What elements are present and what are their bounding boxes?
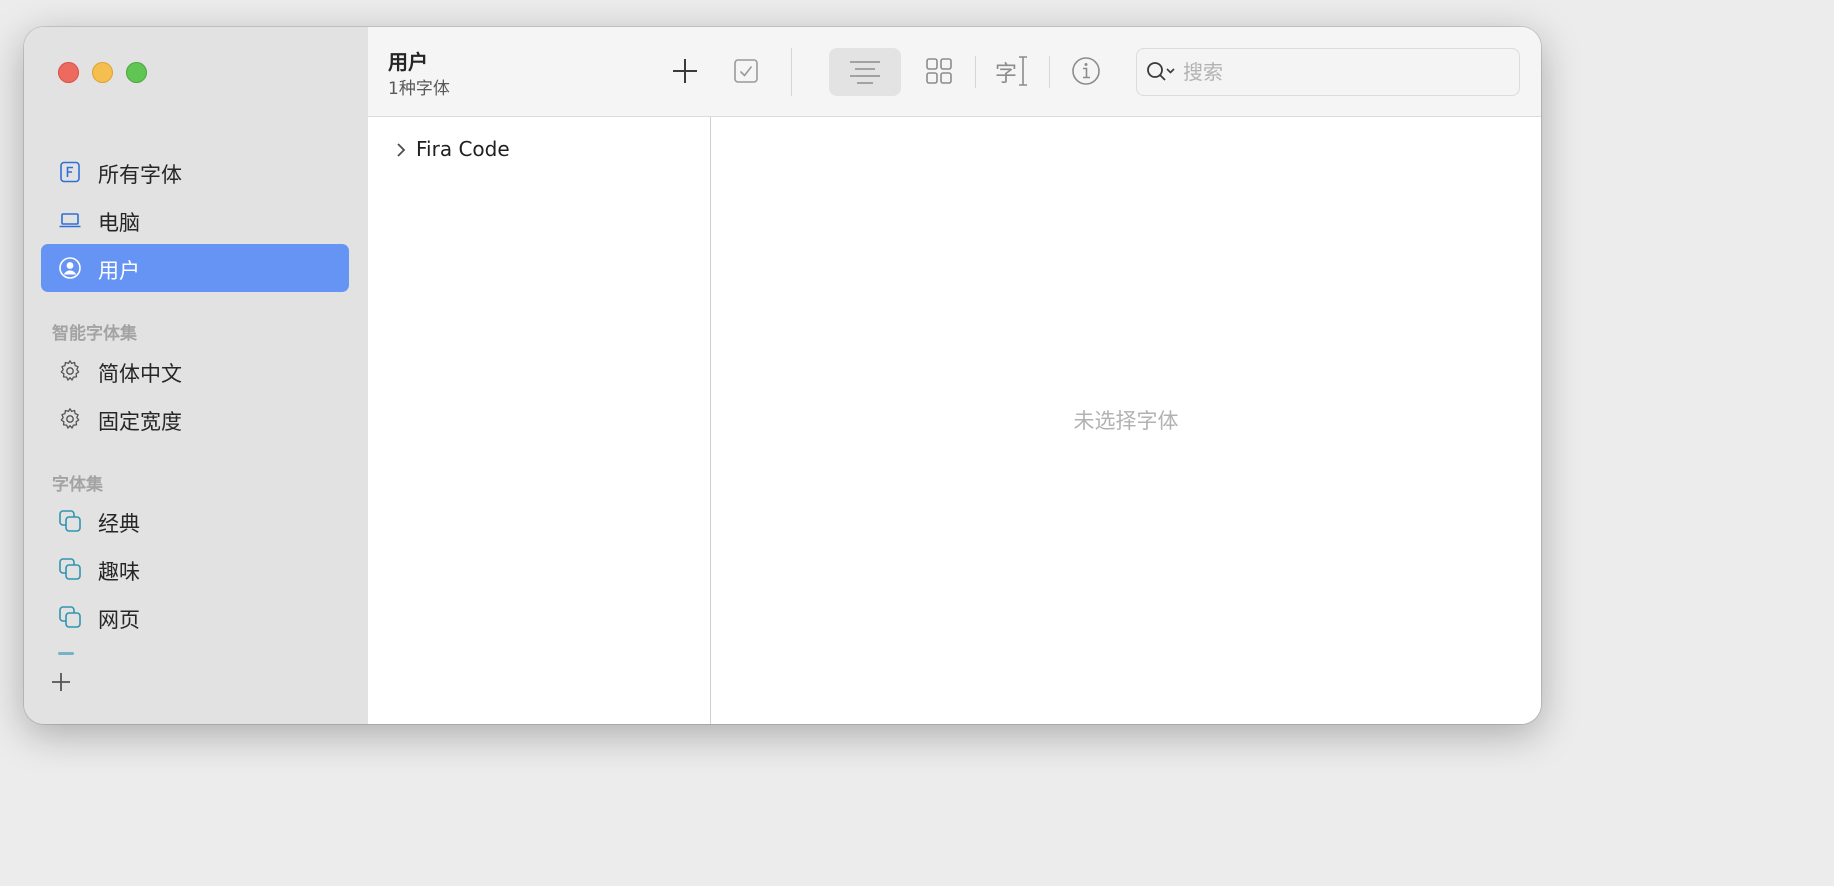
sidebar-item-label: 固定宽度 xyxy=(98,410,182,434)
collection-icon xyxy=(59,510,81,532)
checkbox-icon[interactable] xyxy=(733,58,759,84)
search-input[interactable] xyxy=(1181,57,1505,87)
plus-icon[interactable] xyxy=(671,57,699,85)
search-icon xyxy=(1147,62,1175,81)
sidebar-item-computer[interactable]: 电脑 xyxy=(41,196,349,244)
grid-view-icon[interactable] xyxy=(925,57,953,85)
collection-icon xyxy=(59,606,81,628)
sidebar-item-classic[interactable]: 经典 xyxy=(41,497,349,545)
sample-text-icon: 字 xyxy=(995,62,1018,87)
user-icon xyxy=(59,257,81,279)
collection-icon xyxy=(59,558,81,580)
font-family-name: Fira Code xyxy=(416,137,510,161)
sidebar-item-label: 所有字体 xyxy=(98,163,182,187)
toolbar-divider xyxy=(1049,56,1050,88)
text-cursor-icon xyxy=(1019,56,1027,86)
sidebar: 所有字体 电脑 用户 智能字体集 简体中文 固定宽度 字体集 经典 趣味 网页 xyxy=(24,27,368,724)
minimize-button[interactable] xyxy=(92,62,113,83)
zoom-button[interactable] xyxy=(126,62,147,83)
sidebar-item-fun[interactable]: 趣味 xyxy=(41,545,349,593)
computer-icon xyxy=(59,213,81,228)
sidebar-item-label: 经典 xyxy=(98,512,140,536)
preview-pane: 未选择字体 xyxy=(711,117,1541,724)
toolbar: 用户 1种字体 字 xyxy=(368,27,1541,117)
gear-icon xyxy=(60,408,80,429)
info-icon[interactable] xyxy=(1071,56,1101,86)
font-count: 1种字体 xyxy=(388,79,450,99)
chevron-right-icon[interactable] xyxy=(394,141,408,159)
font-family-row[interactable]: Fira Code xyxy=(368,133,710,167)
plus-icon[interactable] xyxy=(50,671,72,693)
sidebar-item-all-fonts[interactable]: 所有字体 xyxy=(41,148,349,196)
sidebar-item-label: 用户 xyxy=(98,259,140,283)
smart-collections-heading: 智能字体集 xyxy=(52,324,137,344)
search-field[interactable] xyxy=(1136,48,1520,96)
sample-text-button[interactable]: 字 xyxy=(995,55,1031,87)
page-title: 用户 xyxy=(388,50,428,74)
font-list-pane: Fira Code xyxy=(368,117,711,724)
font-book-window: 所有字体 电脑 用户 智能字体集 简体中文 固定宽度 字体集 经典 趣味 网页 … xyxy=(24,27,1541,724)
sidebar-item-label: 电脑 xyxy=(98,211,140,235)
sidebar-item-label: 简体中文 xyxy=(98,362,182,386)
sidebar-item-simplified-chinese[interactable]: 简体中文 xyxy=(41,347,349,395)
sidebar-item-fixed-width[interactable]: 固定宽度 xyxy=(41,395,349,443)
toolbar-divider xyxy=(791,48,792,96)
sidebar-item-label: 趣味 xyxy=(98,560,140,584)
list-view-button[interactable] xyxy=(829,48,901,96)
all-fonts-icon xyxy=(60,161,80,183)
toolbar-divider xyxy=(975,56,976,88)
close-button[interactable] xyxy=(58,62,79,83)
list-view-icon xyxy=(850,61,880,84)
sidebar-item-label: 网页 xyxy=(98,608,140,632)
empty-state-message: 未选择字体 xyxy=(1073,409,1179,433)
collections-heading: 字体集 xyxy=(52,475,103,495)
gear-icon xyxy=(60,360,80,381)
sidebar-item-user[interactable]: 用户 xyxy=(41,244,349,292)
sidebar-item-web[interactable]: 网页 xyxy=(41,593,349,641)
sidebar-item-clipped xyxy=(58,652,74,655)
